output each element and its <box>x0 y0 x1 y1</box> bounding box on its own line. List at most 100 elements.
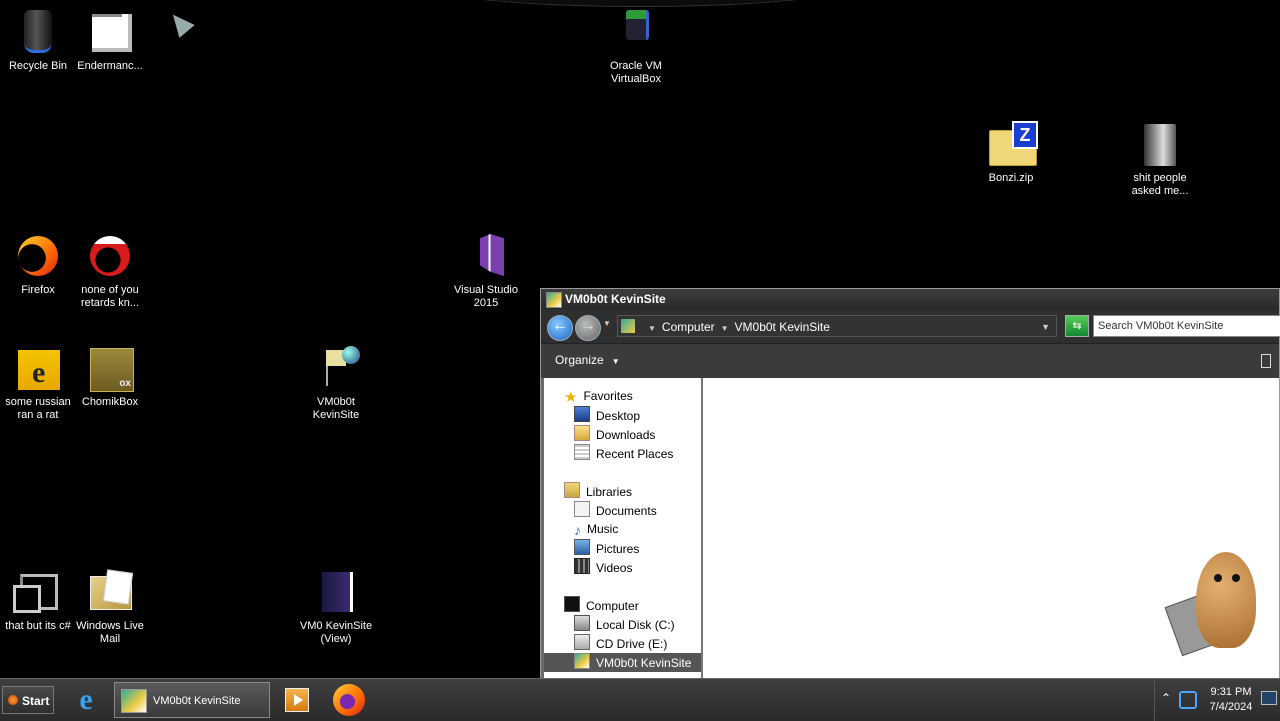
nav-local-disk-c[interactable]: Local Disk (C:) <box>574 615 675 634</box>
bonzi-hamster-mascot[interactable] <box>1164 546 1266 660</box>
nav-cd-drive-e[interactable]: CD Drive (E:) <box>574 634 667 653</box>
desktop-icon-bonzi-zip[interactable]: Z Bonzi.zip <box>973 120 1049 185</box>
desktop-icon-shit-people[interactable]: shit people asked me... <box>1122 120 1198 198</box>
taskbar-task-explorer[interactable]: VM0b0t KevinSite <box>114 682 270 718</box>
network-location-icon <box>121 689 147 713</box>
address-dropdown-icon[interactable]: ▼ <box>1041 316 1050 338</box>
desktop-icon-label: VM0 KevinSite (View) <box>299 620 373 645</box>
desktop-icon-vm0b0t-kevinsite[interactable]: VM0b0t KevinSite <box>298 344 374 422</box>
nav-label: Documents <box>596 504 657 518</box>
desktop-icon-that-but-its-cs[interactable]: that but its c# <box>0 568 76 633</box>
start-button[interactable]: Start <box>2 686 54 714</box>
nav-label: Desktop <box>596 409 641 423</box>
desktop-icon-some-russian[interactable]: some russian ran a rat <box>0 344 76 422</box>
desktop-icon-vm0-kevinsite-view[interactable]: VM0 KevinSite (View) <box>298 568 374 646</box>
nav-libraries[interactable]: Libraries <box>564 482 632 501</box>
command-bar: Organize ▼ <box>541 343 1279 378</box>
breadcrumb-computer[interactable]: Computer <box>662 320 715 334</box>
virtualbox-icon <box>612 8 660 56</box>
breadcrumb-current[interactable]: VM0b0t KevinSite <box>735 320 830 334</box>
chevron-down-icon[interactable]: ▼ <box>648 324 656 333</box>
nav-label: Music <box>587 522 619 536</box>
network-icon[interactable] <box>1179 691 1197 709</box>
music-icon: ♪ <box>574 522 581 538</box>
hard-disk-icon <box>574 615 590 631</box>
desktop-icon-visual-studio[interactable]: Visual Studio 2015 <box>448 232 524 310</box>
nav-label: CD Drive (E:) <box>596 637 668 651</box>
desktop-icon-recycle-bin[interactable]: Recycle Bin <box>0 8 76 73</box>
forward-button[interactable] <box>575 315 601 341</box>
nav-videos[interactable]: Videos <box>574 558 632 577</box>
zip-folder-icon: Z <box>987 120 1038 168</box>
breadcrumb: ▼ Computer ▼ VM0b0t KevinSite <box>642 316 830 340</box>
refresh-button[interactable]: ⇆ <box>1065 315 1089 337</box>
nav-downloads[interactable]: Downloads <box>574 425 655 444</box>
internet-explorer-icon <box>14 344 62 392</box>
desktop-icon-label: none of you retards kn... <box>80 284 140 309</box>
desktop-icon-none-of-you[interactable]: none of you retards kn... <box>72 232 148 310</box>
show-hidden-icons-icon[interactable]: ⌃ <box>1161 691 1171 705</box>
recycle-bin-icon <box>14 8 62 56</box>
nav-documents[interactable]: Documents <box>574 501 657 520</box>
windows-logo-icon <box>8 695 18 705</box>
app-icon <box>86 232 134 280</box>
nav-favorites[interactable]: ★ Favorites <box>564 387 633 406</box>
recent-places-icon <box>574 444 590 460</box>
start-label: Start <box>22 694 50 708</box>
preview-pane-icon[interactable] <box>1261 354 1271 368</box>
computer-icon <box>564 596 580 612</box>
wallpaper-arc <box>420 0 860 7</box>
downloads-icon <box>574 425 590 441</box>
desktop-icon-label: shit people asked me... <box>1131 172 1189 197</box>
desktop-icon <box>574 406 590 422</box>
window-title: VM0b0t KevinSite <box>565 292 666 306</box>
nav-label: Computer <box>586 599 639 613</box>
media-player-icon[interactable] <box>285 688 309 712</box>
organize-label: Organize <box>555 353 604 367</box>
search-box[interactable] <box>1093 315 1280 337</box>
desktop-icon-label: Windows Live Mail <box>76 620 144 645</box>
organize-button[interactable]: Organize ▼ <box>555 353 620 367</box>
nav-music[interactable]: ♪ Music <box>574 520 618 539</box>
videos-icon <box>574 558 590 574</box>
desktop-icon-label: some russian ran a rat <box>5 396 71 421</box>
taskbar: Start e VM0b0t KevinSite ⌃ 9:31 PM 7/4/2… <box>0 678 1280 721</box>
folder-app-icon <box>546 292 562 308</box>
desktop-icon-label: VM0b0t KevinSite <box>312 396 360 421</box>
clock[interactable]: 9:31 PM 7/4/2024 <box>1203 685 1259 715</box>
nav-label: Favorites <box>583 389 633 403</box>
search-input[interactable] <box>1098 317 1278 335</box>
nav-label: Recent Places <box>596 447 674 461</box>
desktop-icon-endermanc[interactable]: Endermanc... <box>72 8 148 73</box>
desktop-icon-cursor[interactable] <box>146 8 222 60</box>
desktop-icon-chomikbox[interactable]: ChomikBox <box>72 344 148 409</box>
nav-label: Libraries <box>586 485 633 499</box>
recent-pages-dropdown-icon[interactable]: ▼ <box>603 319 611 328</box>
nav-vm0b0t-kevinsite[interactable]: VM0b0t KevinSite <box>544 653 701 672</box>
address-bar[interactable]: ▼ Computer ▼ VM0b0t KevinSite ▼ <box>617 315 1057 337</box>
nav-pictures[interactable]: Pictures <box>574 539 639 558</box>
show-desktop-icon[interactable] <box>1261 691 1277 705</box>
nav-recent-places[interactable]: Recent Places <box>574 444 673 463</box>
firefox-icon <box>14 232 62 280</box>
desktop-icon-firefox[interactable]: Firefox <box>0 232 76 297</box>
clock-time: 9:31 PM <box>1210 686 1252 698</box>
document-icon <box>86 8 134 56</box>
window-titlebar[interactable]: VM0b0t KevinSite <box>541 289 1279 309</box>
nav-desktop[interactable]: Desktop <box>574 406 640 425</box>
shortcut-icon <box>312 568 360 616</box>
mail-icon <box>86 568 134 616</box>
back-button[interactable] <box>547 315 573 341</box>
internet-explorer-icon[interactable]: e <box>70 684 102 716</box>
nav-label: Videos <box>596 561 633 575</box>
desktop-icon-label: Firefox <box>21 284 55 296</box>
nav-computer[interactable]: Computer <box>564 596 639 615</box>
desktop-icon-label: Bonzi.zip <box>988 172 1034 184</box>
chevron-down-icon[interactable]: ▼ <box>721 324 729 333</box>
desktop-icon-virtualbox[interactable]: Oracle VM VirtualBox <box>598 8 674 86</box>
desktop-icon-windows-live-mail[interactable]: Windows Live Mail <box>72 568 148 646</box>
desktop-icon-label: Oracle VM VirtualBox <box>610 60 662 85</box>
clock-date: 7/4/2024 <box>1209 701 1253 713</box>
firefox-icon[interactable] <box>333 684 365 716</box>
network-location-icon <box>312 344 360 392</box>
